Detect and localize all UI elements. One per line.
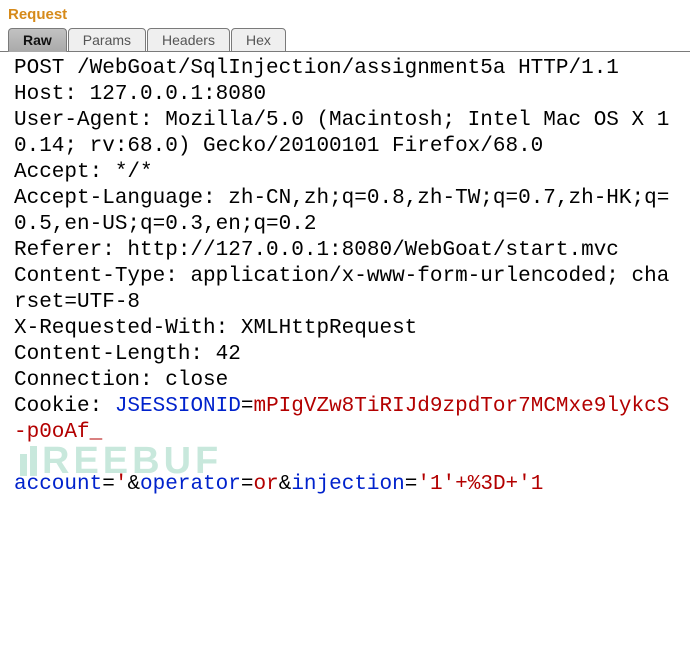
request-line: POST /WebGoat/SqlInjection/assignment5a … xyxy=(14,57,619,80)
param-value: ' xyxy=(115,473,128,496)
param-name: operator xyxy=(140,473,241,496)
tab-params[interactable]: Params xyxy=(68,28,146,52)
hdr-host: 127.0.0.1:8080 xyxy=(90,83,266,106)
panel-title: Request xyxy=(0,0,690,27)
param-name: injection xyxy=(291,473,404,496)
param-value: '1'+%3D+'1 xyxy=(417,473,543,496)
tab-headers[interactable]: Headers xyxy=(147,28,230,52)
hdr-accept: */* xyxy=(115,161,153,184)
hdr-xreq: XMLHttpRequest xyxy=(241,317,417,340)
tab-raw[interactable]: Raw xyxy=(8,28,67,52)
hdr-user-agent: Mozilla/5.0 (Macintosh; Intel Mac OS X 1… xyxy=(14,109,669,158)
tab-bar: Raw Params Headers Hex xyxy=(0,27,690,52)
param-value: or xyxy=(253,473,278,496)
cookie-value: mPIgVZw8TiRIJd9zpdTor7MCMxe9lykcS-p0oAf_ xyxy=(14,395,669,444)
hdr-content-length: 42 xyxy=(216,343,241,366)
tab-hex[interactable]: Hex xyxy=(231,28,286,52)
hdr-referer: http://127.0.0.1:8080/WebGoat/start.mvc xyxy=(127,239,618,262)
param-name: account xyxy=(14,473,102,496)
hdr-content-type: application/x-www-form-urlencoded; chars… xyxy=(14,265,669,314)
raw-request-body[interactable]: POST /WebGoat/SqlInjection/assignment5a … xyxy=(0,52,690,508)
cookie-name: JSESSIONID xyxy=(115,395,241,418)
hdr-connection: close xyxy=(165,369,228,392)
hdr-accept-language: zh-CN,zh;q=0.8,zh-TW;q=0.7,zh-HK;q=0.5,e… xyxy=(14,187,669,236)
hdr-cookie-label: Cookie: xyxy=(14,395,102,418)
